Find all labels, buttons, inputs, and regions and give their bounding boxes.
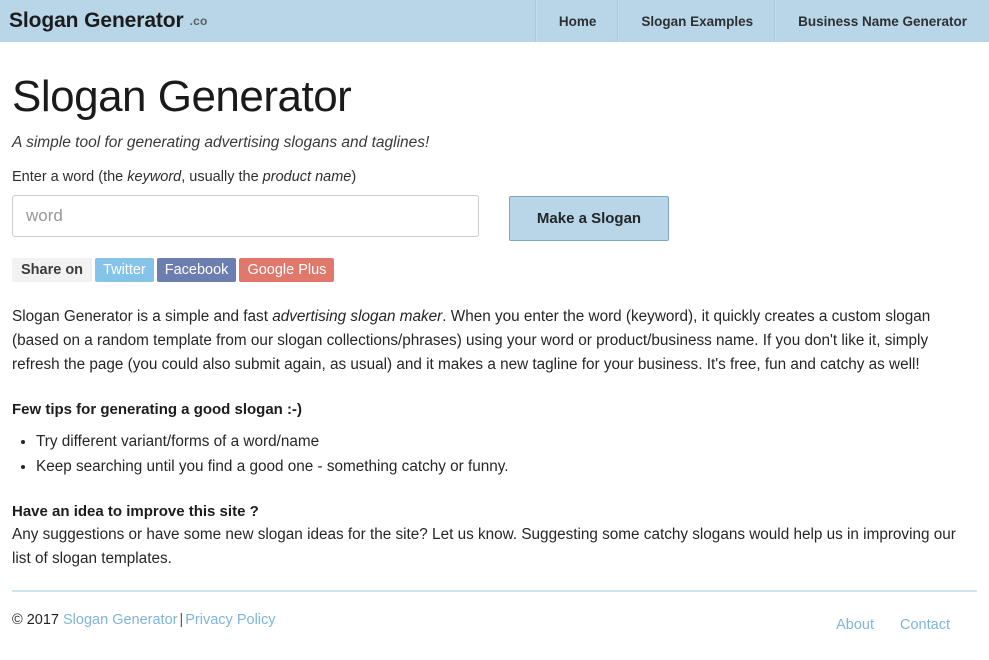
intro-part-1: Slogan Generator is a simple and fast <box>12 308 273 326</box>
brand-tld: .co <box>189 14 208 28</box>
site-header: Slogan Generator .co Home Slogan Example… <box>0 0 989 42</box>
page-title: Slogan Generator <box>12 72 352 121</box>
label-part-1: Enter a word (the <box>12 169 128 186</box>
list-item: Try different variant/forms of a word/na… <box>36 430 977 455</box>
intro-emphasis: advertising slogan maker <box>272 308 443 326</box>
main-navigation: Home Slogan Examples Business Name Gener… <box>535 0 989 42</box>
label-part-2: , usually the <box>181 169 263 186</box>
label-part-3: ) <box>351 169 357 186</box>
label-emphasis-product-name: product name <box>262 169 352 186</box>
site-logo[interactable]: Slogan Generator .co <box>0 0 208 42</box>
idea-heading: Have an idea to improve this site ? <box>12 503 259 521</box>
footer-link-contact[interactable]: Contact <box>900 617 950 633</box>
footer-link-slogan-generator[interactable]: Slogan Generator <box>63 612 177 628</box>
list-item: Keep searching until you find a good one… <box>36 455 977 480</box>
page-subtitle: A simple tool for generating advertising… <box>12 134 430 152</box>
intro-paragraph: Slogan Generator is a simple and fast ad… <box>12 305 977 377</box>
share-on-label: Share on <box>12 258 93 283</box>
word-input[interactable] <box>12 195 479 238</box>
footer-link-privacy-policy[interactable]: Privacy Policy <box>185 612 275 628</box>
label-emphasis-keyword: keyword <box>127 169 182 186</box>
copyright-text: © 2017 <box>12 612 59 629</box>
site-footer: © 2017 Slogan Generator | Privacy Policy A… <box>0 592 989 633</box>
footer-separator: | <box>179 612 184 629</box>
make-a-slogan-button[interactable]: Make a Slogan <box>509 196 669 242</box>
nav-item-business-name-generator[interactable]: Business Name Generator <box>775 0 989 42</box>
footer-link-about[interactable]: About <box>836 617 874 633</box>
brand-name: Slogan Generator <box>9 9 184 32</box>
share-google-plus-button[interactable]: Google Plus <box>239 258 335 283</box>
idea-paragraph: Any suggestions or have some new slogan … <box>12 526 956 568</box>
slogan-form: Make a Slogan <box>12 195 977 242</box>
input-field-label: Enter a word (the keyword, usually the p… <box>12 169 977 185</box>
tips-list: Try different variant/forms of a word/na… <box>12 430 977 480</box>
footer-links: About Contact <box>836 617 977 633</box>
page-content: Slogan Generator A simple tool for gener… <box>0 72 989 593</box>
share-facebook-button[interactable]: Facebook <box>156 258 237 283</box>
share-button-group: Share on Twitter Facebook Google Plus <box>12 258 977 283</box>
nav-item-home[interactable]: Home <box>535 0 619 42</box>
nav-item-slogan-examples[interactable]: Slogan Examples <box>618 0 775 42</box>
share-twitter-button[interactable]: Twitter <box>95 258 154 283</box>
copyright-line: © 2017 Slogan Generator | Privacy Policy <box>12 612 276 628</box>
tips-heading: Few tips for generating a good slogan :-… <box>12 400 303 418</box>
